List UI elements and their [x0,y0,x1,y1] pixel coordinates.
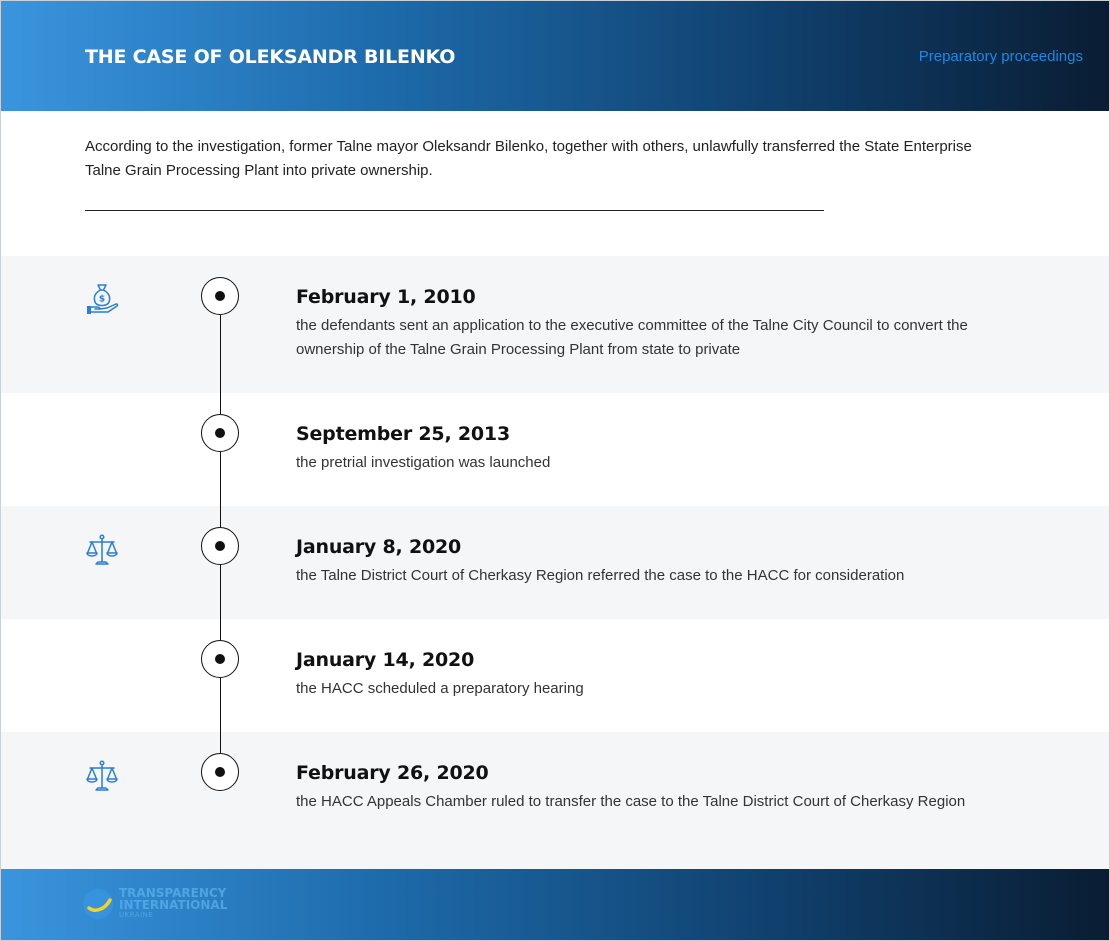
event-description: the HACC scheduled a preparatory hearing [296,680,584,697]
page-title: THE CASE OF OLEKSANDR BILENKO [85,46,456,68]
event-description: the Talne District Court of Cherkasy Reg… [296,567,905,584]
timeline-dot [215,428,225,438]
event-description: the HACC Appeals Chamber ruled to transf… [296,793,966,810]
timeline-connector [220,678,221,753]
svg-text:$: $ [99,295,105,305]
event-description: the defendants sent an application to th… [296,317,968,358]
timeline-dot [215,291,225,301]
logo-line: INTERNATIONAL [119,898,228,912]
timeline-event: September 25, 2013 the pretrial investig… [1,393,1109,506]
timeline-event: February 26, 2020 the HACC Appeals Chamb… [1,732,1109,869]
case-stage-label: Preparatory proceedings [918,48,1083,65]
timeline-connector [220,315,221,414]
timeline-node [201,640,239,678]
event-date: February 26, 2020 [296,762,489,784]
timeline-node [201,527,239,565]
event-date: January 14, 2020 [296,649,475,671]
timeline-event: $ February 1, 2010 the defendants sent a… [1,256,1109,393]
timeline-event: January 14, 2020 the HACC scheduled a pr… [1,619,1109,732]
timeline-dot [215,767,225,777]
money-bag-hand-icon: $ [85,282,119,316]
timeline-dot [215,654,225,664]
timeline-connector [220,452,221,527]
case-summary: According to the investigation, former T… [85,138,972,179]
timeline-connector [220,565,221,640]
timeline-node [201,277,239,315]
footer-banner: TRANSPARENCY INTERNATIONAL UKRAINE [1,869,1109,940]
timeline-node [201,753,239,791]
event-date: January 8, 2020 [296,536,462,558]
timeline-node [201,414,239,452]
logo-globe-icon [83,889,113,919]
scales-icon [85,533,119,567]
event-date: February 1, 2010 [296,286,476,308]
divider [85,210,824,211]
event-description: the pretrial investigation was launched [296,454,551,471]
timeline-dot [215,541,225,551]
logo-line: UKRAINE [119,911,154,919]
scales-icon [85,759,119,793]
logo-wordmark: TRANSPARENCY INTERNATIONAL UKRAINE [119,887,227,919]
timeline-event: January 8, 2020 the Talne District Court… [1,506,1109,619]
header-banner: THE CASE OF OLEKSANDR BILENKO Preparator… [1,1,1109,111]
transparency-international-logo: TRANSPARENCY INTERNATIONAL UKRAINE [81,886,251,926]
event-date: September 25, 2013 [296,423,510,445]
